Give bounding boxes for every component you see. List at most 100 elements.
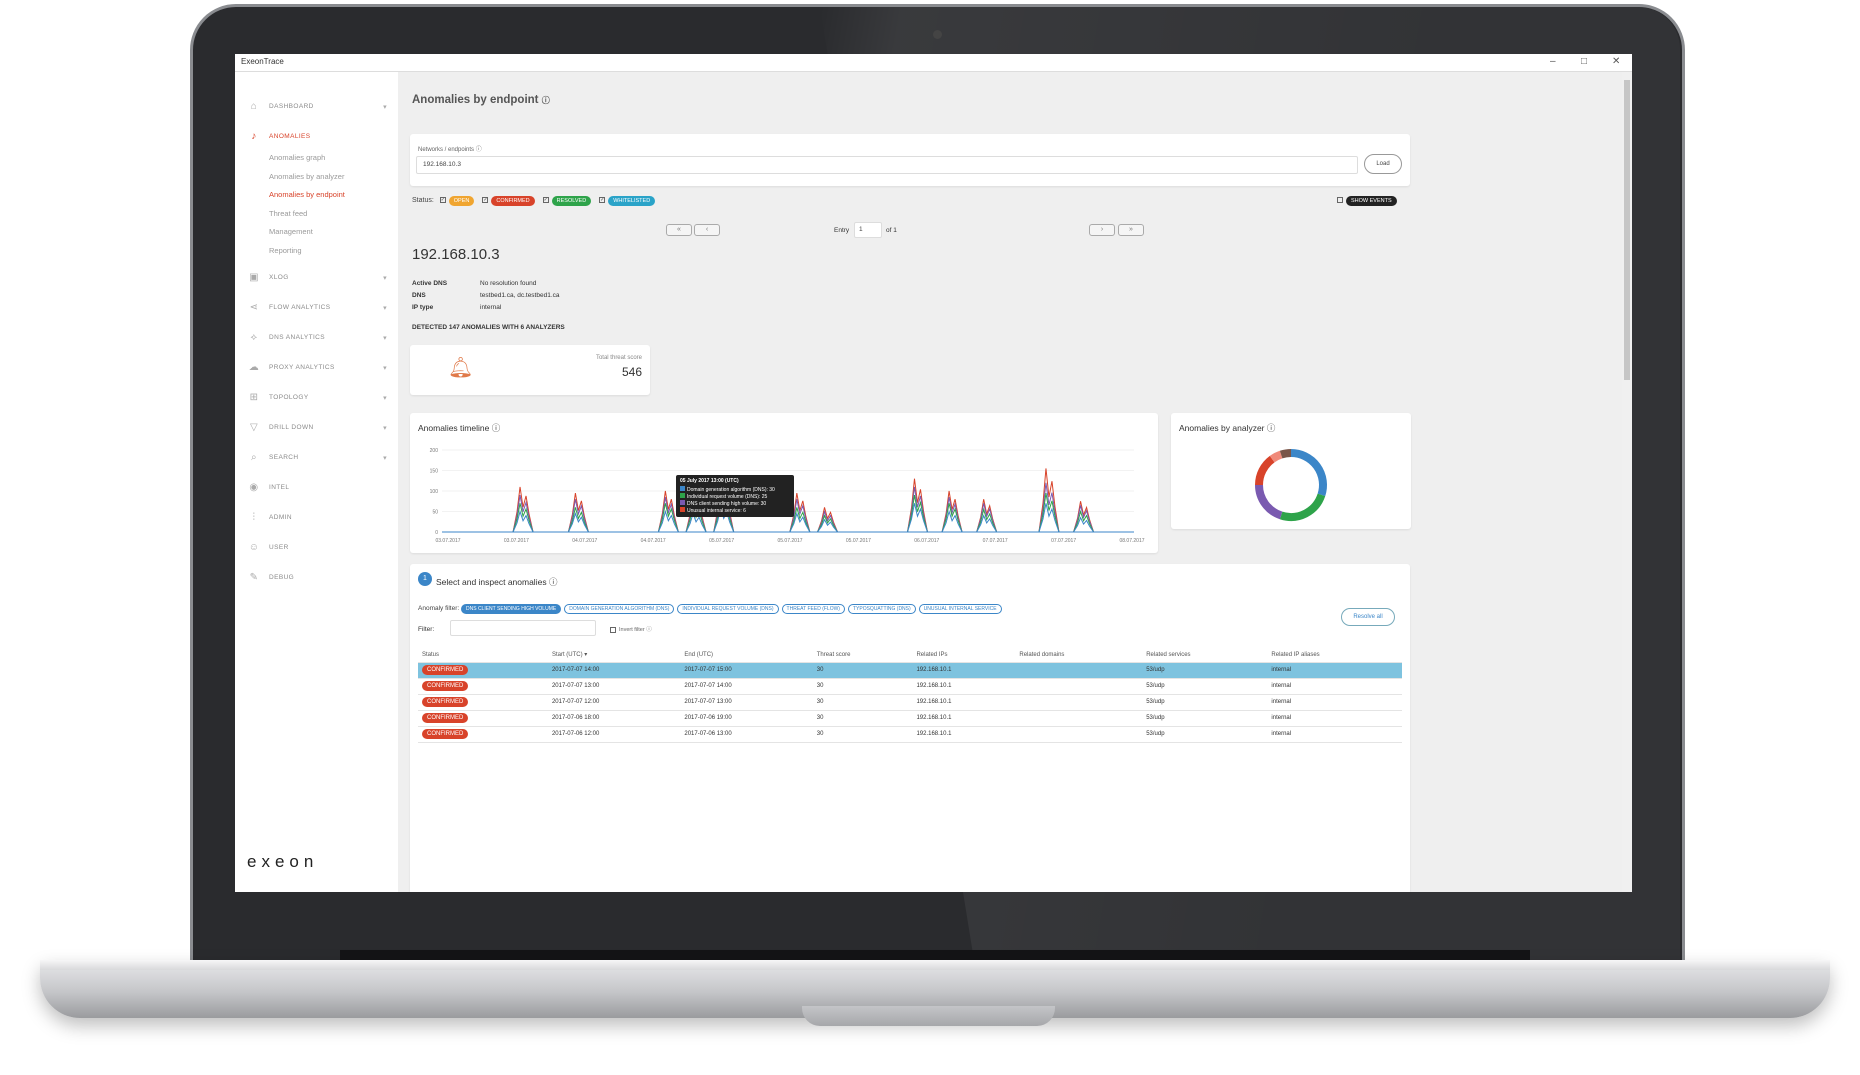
column-header[interactable]: Related IP aliases <box>1267 648 1402 663</box>
sidebar-item-debug[interactable]: ✎ DEBUG <box>247 572 387 583</box>
show-events-toggle[interactable]: SHOW EVENTS <box>1333 196 1401 206</box>
endpoint-input[interactable]: 192.168.10.3 <box>416 156 1358 174</box>
box-icon: ▣ <box>249 272 259 283</box>
anomaly-filter-tag[interactable]: DOMAIN GENERATION ALGORITHM (DNS) <box>564 604 675 614</box>
sidebar-item-xlog[interactable]: ▣ XLOG ▾ <box>247 272 387 283</box>
anomaly-filter-tag[interactable]: UNUSUAL INTERNAL SERVICE <box>918 604 1002 614</box>
sidebar-subitem[interactable]: Threat feed <box>269 209 307 218</box>
step-badge: 1 <box>418 572 432 586</box>
table-cell: 192.168.10.1 <box>912 726 1016 743</box>
legend-swatch <box>680 500 685 505</box>
sidebar-subitem[interactable]: Reporting <box>269 246 302 255</box>
x-tick-label: 05.07.2017 <box>777 538 802 544</box>
sidebar-item-label: ANOMALIES <box>269 133 311 140</box>
table-cell: 2017-07-07 12:00 <box>547 694 681 711</box>
page-title: Anomalies by endpoint ⓘ <box>412 94 550 106</box>
table-row[interactable]: CONFIRMED 2017-07-07 12:00 2017-07-07 13:0… <box>418 694 1402 711</box>
status-checkbox[interactable]: ✓ <box>542 197 549 204</box>
sidebar-item-dashboard[interactable]: ⌂ DASHBOARD ▾ <box>247 101 387 112</box>
sidebar-subitem[interactable]: Management <box>269 227 313 236</box>
invert-filter[interactable]: Invert filter ⓘ <box>606 625 652 633</box>
threat-score-value: 546 <box>621 365 642 379</box>
sidebar-item-search[interactable]: ⌕ SEARCH ▾ <box>247 452 387 463</box>
show-events-label: SHOW EVENTS <box>1346 196 1397 206</box>
x-tick-label: 05.07.2017 <box>846 538 871 544</box>
maximize-button[interactable]: □ <box>1581 56 1587 67</box>
ip-type-row: IP type internal <box>412 304 502 311</box>
graph-icon: ⟡ <box>250 332 258 343</box>
cloud-icon: ☁ <box>248 362 260 373</box>
status-badge[interactable]: CONFIRMED <box>422 729 469 739</box>
sidebar-item-dns-analytics[interactable]: ⟡ DNS ANALYTICS ▾ <box>247 332 387 343</box>
sidebar-item-label: DRILL DOWN <box>269 424 314 431</box>
table-cell: CONFIRMED <box>418 694 548 711</box>
filter-input[interactable] <box>450 620 596 636</box>
anomaly-filter-tag[interactable]: DNS CLIENT SENDING HIGH VOLUME <box>461 604 562 614</box>
last-page-button[interactable]: » <box>1118 224 1144 236</box>
column-header[interactable]: Related IPs <box>912 648 1016 663</box>
status-checkbox[interactable]: ✓ <box>439 197 446 204</box>
column-header[interactable]: End (UTC) <box>680 648 813 663</box>
scrollbar-thumb[interactable] <box>1624 80 1630 380</box>
status-pill-whitelisted[interactable]: WHITELISTED <box>608 196 656 206</box>
sidebar-item-user[interactable]: ☺ USER <box>247 542 387 553</box>
sidebar-subitem[interactable]: Anomalies by endpoint <box>269 190 345 199</box>
anomaly-filter-tag[interactable]: INDIVIDUAL REQUEST VOLUME (DNS) <box>677 604 779 614</box>
status-badge[interactable]: CONFIRMED <box>422 697 469 707</box>
invert-filter-checkbox[interactable] <box>610 626 616 633</box>
next-page-button[interactable]: › <box>1089 224 1115 236</box>
table-row[interactable]: CONFIRMED 2017-07-06 18:00 2017-07-06 19:0… <box>418 710 1402 727</box>
sidebar-subitem[interactable]: Anomalies by analyzer <box>269 172 344 181</box>
prev-page-button[interactable]: ‹ <box>694 224 720 236</box>
sliders-icon: ⫶ <box>252 512 256 523</box>
sidebar-item-topology[interactable]: ⊞ TOPOLOGY ▾ <box>247 392 387 403</box>
column-header[interactable]: Threat score <box>812 648 913 663</box>
table-cell: 53/udp <box>1142 662 1268 679</box>
chevron-down-icon: ▾ <box>383 364 387 372</box>
home-icon: ⌂ <box>250 101 258 112</box>
status-badge[interactable]: CONFIRMED <box>422 665 469 675</box>
table-row[interactable]: CONFIRMED 2017-07-07 14:00 2017-07-07 15:0… <box>418 662 1402 679</box>
anomaly-filter-tag[interactable]: TYPOSQUATTING (DNS) <box>847 604 916 614</box>
anomaly-filter-tag[interactable]: THREAT FEED (FLOW) <box>781 604 845 614</box>
column-header[interactable]: Related domains <box>1015 648 1143 663</box>
sidebar-item-drill-down[interactable]: ▽ DRILL DOWN ▾ <box>247 422 387 433</box>
sidebar-item-proxy-analytics[interactable]: ☁ PROXY ANALYTICS ▾ <box>247 362 387 373</box>
table-cell: 30 <box>812 694 913 711</box>
x-tick-label: 04.07.2017 <box>641 538 666 544</box>
sidebar-item-anomalies[interactable]: ♪ ANOMALIES <box>247 131 387 142</box>
sidebar-item-intel[interactable]: ◉ INTEL <box>247 482 387 493</box>
table-cell: 53/udp <box>1142 726 1268 743</box>
status-badge[interactable]: CONFIRMED <box>422 713 469 723</box>
resolve-all-button[interactable]: Resolve all <box>1341 608 1395 626</box>
show-events-checkbox[interactable] <box>1337 197 1343 204</box>
table-row[interactable]: CONFIRMED 2017-07-06 12:00 2017-07-06 13:0… <box>418 726 1402 743</box>
laptop-base-edge <box>40 960 1830 970</box>
load-button[interactable]: Load <box>1364 154 1402 174</box>
column-header[interactable]: Related services <box>1142 648 1268 663</box>
column-header[interactable]: Status <box>418 648 548 663</box>
status-pill-confirmed[interactable]: CONFIRMED <box>491 196 535 206</box>
sidebar-item-admin[interactable]: ⫶ ADMIN <box>247 512 387 523</box>
status-checkbox[interactable]: ✓ <box>599 197 606 204</box>
table-cell: 192.168.10.1 <box>912 694 1016 711</box>
entry-input[interactable]: 1 <box>854 222 882 238</box>
scrollbar[interactable] <box>1622 72 1632 892</box>
table-row[interactable]: CONFIRMED 2017-07-07 13:00 2017-07-07 14:0… <box>418 678 1402 695</box>
y-tick-label: 50 <box>432 510 438 516</box>
table-cell: 192.168.10.1 <box>912 662 1016 679</box>
status-checkbox[interactable]: ✓ <box>482 197 489 204</box>
user-icon: ☺ <box>248 542 260 553</box>
column-header[interactable]: Start (UTC) ▾ <box>547 648 681 663</box>
status-badge[interactable]: CONFIRMED <box>422 681 469 691</box>
chevron-down-icon: ▾ <box>383 454 387 462</box>
status-pill-resolved[interactable]: RESOLVED <box>551 196 592 206</box>
first-page-button[interactable]: « <box>666 224 692 236</box>
sidebar-subitem[interactable]: Anomalies graph <box>269 153 325 162</box>
minimize-button[interactable]: – <box>1550 56 1556 67</box>
sidebar-item-flow-analytics[interactable]: ⋖ FLOW ANALYTICS ▾ <box>247 302 387 313</box>
table-cell: internal <box>1267 678 1402 695</box>
close-button[interactable]: ✕ <box>1612 56 1620 67</box>
bell-icon: 🔔︎ <box>448 357 474 379</box>
status-pill-open[interactable]: OPEN <box>448 196 475 206</box>
